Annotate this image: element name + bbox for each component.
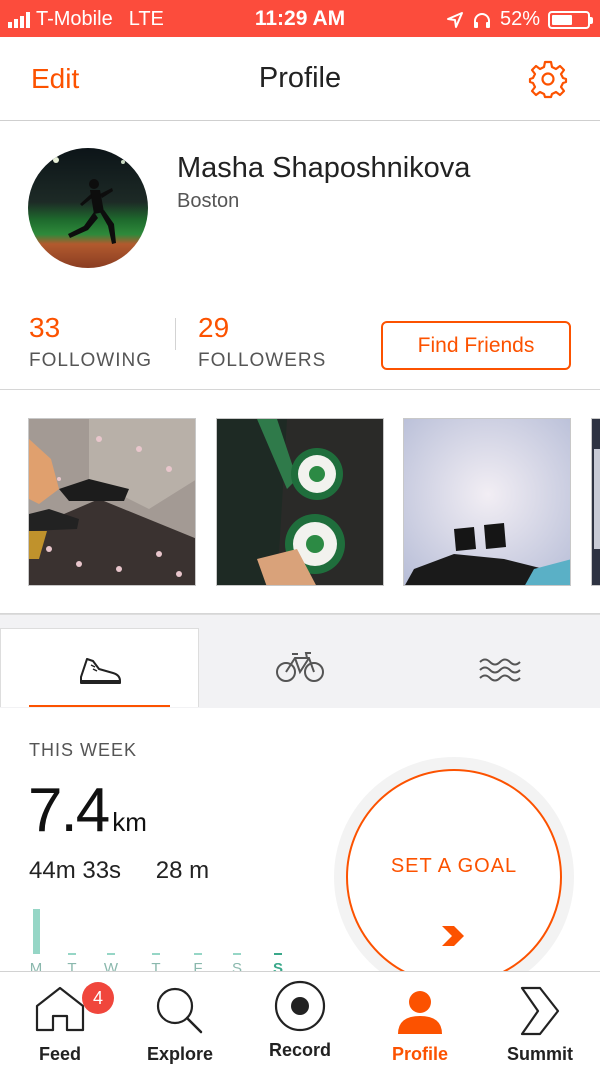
- distance-value: 7.4: [28, 776, 110, 845]
- stats-divider: [175, 318, 176, 350]
- battery-icon: [548, 10, 593, 29]
- avatar[interactable]: [28, 148, 148, 268]
- active-tab-underline: [29, 705, 170, 707]
- status-bar: T-Mobile LTE 11:29 AM 52%: [0, 0, 600, 37]
- profile-name: Masha Shaposhnikova: [177, 152, 471, 184]
- photo-thumbnail[interactable]: [216, 418, 384, 586]
- followers-label: FOLLOWERS: [198, 350, 327, 371]
- home-icon: [35, 986, 85, 1032]
- swim-waves-icon: [478, 658, 521, 682]
- following-count: 33: [29, 312, 61, 343]
- tab-feed[interactable]: 4 Feed: [0, 972, 120, 1066]
- tab-label: Record: [268, 1040, 331, 1060]
- tab-ride[interactable]: [200, 628, 399, 707]
- photo-thumbnail[interactable]: [591, 418, 600, 586]
- search-icon: [156, 987, 203, 1034]
- tab-label: Summit: [506, 1044, 573, 1064]
- this-week-label: THIS WEEK: [29, 740, 138, 760]
- partial-photo: [592, 419, 600, 585]
- snow-photo: [404, 419, 570, 585]
- weekly-chart: M T W T F S S: [30, 909, 283, 975]
- followers-count: 29: [198, 312, 230, 343]
- person-icon: [398, 991, 442, 1034]
- weekly-elevation: 28 m: [155, 857, 210, 884]
- tab-swim[interactable]: [401, 628, 600, 707]
- shoe-icon: [79, 658, 121, 684]
- photo-thumbnail[interactable]: [28, 418, 196, 586]
- tab-summit[interactable]: Summit: [480, 972, 600, 1066]
- photo-thumbnail[interactable]: [403, 418, 571, 586]
- location-icon: [446, 11, 463, 28]
- battery-percent: 52%: [499, 8, 540, 30]
- find-friends-button[interactable]: Find Friends: [381, 321, 571, 370]
- bottom-tab-bar: 4 Feed Explore Record Profile Summit: [0, 971, 600, 1066]
- tab-label: Profile: [391, 1044, 448, 1064]
- bike-icon: [275, 652, 324, 682]
- weekly-distance: 7.4 km: [28, 775, 147, 846]
- following-label: FOLLOWING: [29, 350, 153, 371]
- tab-explore[interactable]: Explore: [120, 972, 240, 1066]
- gear-icon[interactable]: [528, 59, 568, 99]
- petals-photo: [29, 419, 195, 585]
- record-icon: [274, 980, 326, 1032]
- tab-profile[interactable]: Profile: [360, 972, 480, 1066]
- following-stat[interactable]: 33 FOLLOWING: [29, 312, 152, 372]
- page-title: Profile: [258, 62, 342, 94]
- divider: [0, 389, 600, 390]
- tab-label: Feed: [38, 1044, 81, 1064]
- followers-stat[interactable]: 29 FOLLOWERS: [198, 312, 326, 372]
- weekly-time: 44m 33s: [29, 857, 122, 884]
- bar-monday: [33, 909, 40, 954]
- profile-city: Boston: [177, 190, 240, 212]
- summit-chevron-icon: [520, 986, 560, 1036]
- tab-label: Explore: [146, 1044, 214, 1064]
- runner-photo: [53, 157, 125, 244]
- weekly-details: 44m 33s 28 m: [29, 857, 237, 885]
- headphones-icon: [473, 12, 490, 28]
- chevron-right-icon: [442, 926, 464, 946]
- tab-run[interactable]: [0, 628, 199, 707]
- nav-bar: Edit Profile: [0, 37, 600, 121]
- tab-record[interactable]: Record: [240, 972, 360, 1066]
- set-goal-label: SET A GOAL: [390, 855, 518, 877]
- notification-badge: 4: [82, 982, 114, 1014]
- medals-photo: [217, 419, 383, 585]
- distance-unit: km: [112, 807, 147, 837]
